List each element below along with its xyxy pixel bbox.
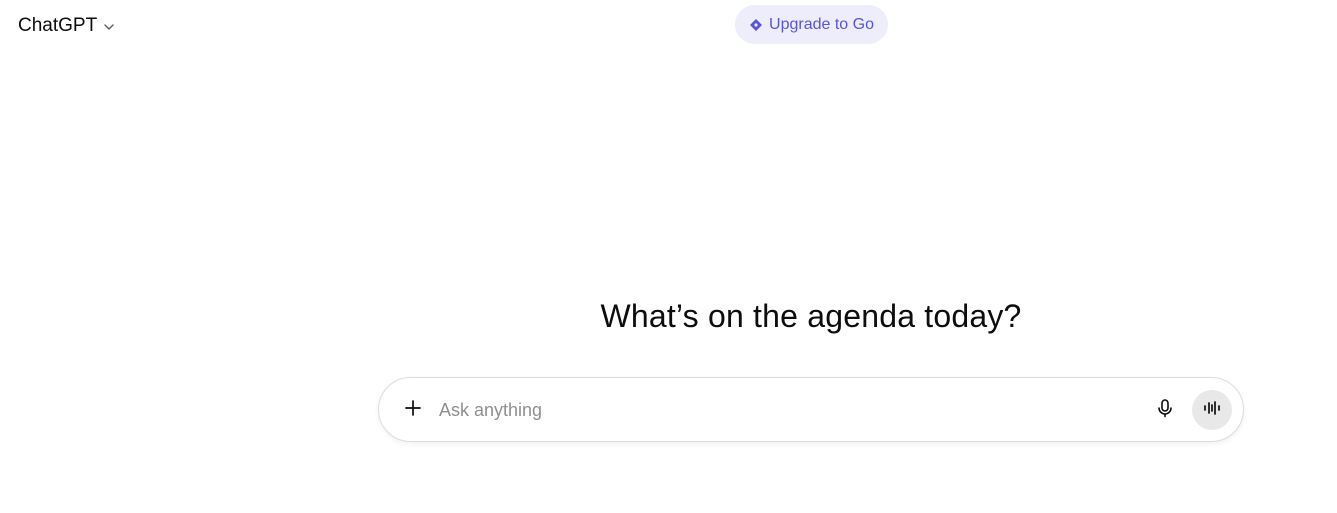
page-title: What’s on the agenda today?	[600, 298, 1022, 334]
model-selector-button[interactable]: ChatGPT	[10, 10, 124, 42]
model-name: ChatGPT	[18, 15, 98, 36]
chat-page: ChatGPT Upgrade to Go What’s on the agen…	[0, 0, 1337, 513]
prompt-input[interactable]	[439, 396, 1129, 424]
microphone-icon	[1155, 398, 1175, 423]
voice-mode-button[interactable]	[1192, 390, 1232, 430]
voice-mode-icon	[1202, 398, 1222, 423]
dictate-button[interactable]	[1149, 394, 1181, 426]
diamond-icon	[749, 18, 763, 32]
attach-button[interactable]	[397, 394, 429, 426]
prompt-composer	[378, 377, 1244, 442]
plus-icon	[403, 398, 423, 423]
chevron-down-icon	[102, 20, 116, 34]
upgrade-label: Upgrade to Go	[769, 15, 874, 33]
upgrade-button[interactable]: Upgrade to Go	[735, 5, 888, 44]
